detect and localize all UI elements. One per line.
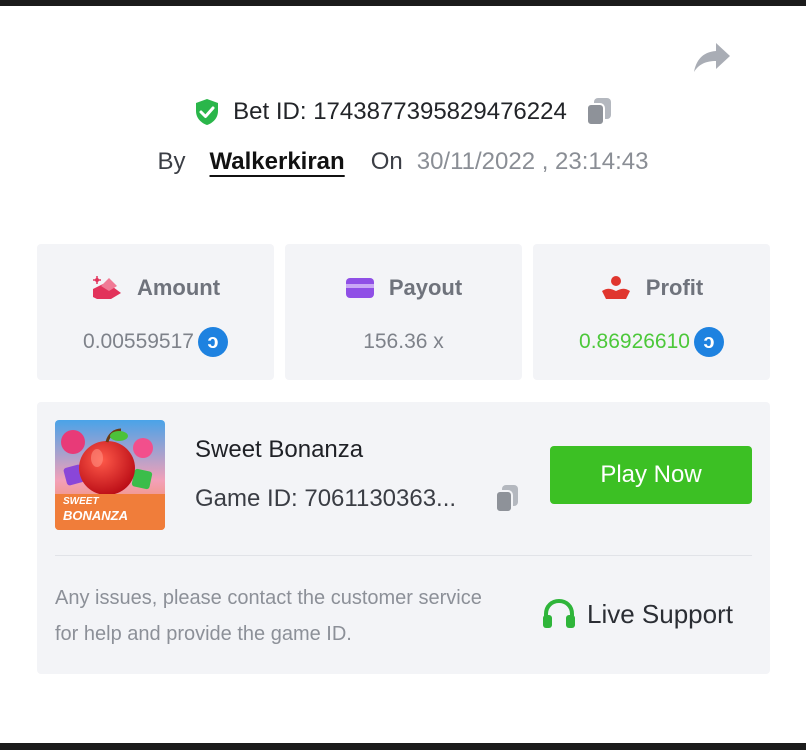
game-id-row: Game ID: 7061130363... — [195, 484, 520, 514]
payout-value: 156.36 x — [363, 330, 444, 353]
game-card: SWEET BONANZA Sweet Bonanza Game ID: 706… — [37, 402, 770, 674]
thumb-title-1: SWEET — [63, 496, 99, 507]
profit-value-row: 0.86926610 ↄ — [533, 326, 770, 358]
profit-card: Profit 0.86926610 ↄ — [533, 244, 770, 380]
game-thumbnail[interactable]: SWEET BONANZA — [55, 420, 165, 530]
copy-bet-id-icon[interactable] — [585, 97, 613, 127]
thumb-title-2: BONANZA — [63, 508, 128, 523]
shield-check-icon — [196, 99, 219, 125]
headset-icon — [543, 598, 575, 628]
card-icon — [345, 278, 374, 298]
amount-header: Amount — [37, 274, 274, 302]
coin-icon: ↄ — [197, 327, 228, 357]
hand-coins-icon — [92, 276, 121, 299]
amount-card: Amount 0.00559517 ↄ — [37, 244, 274, 380]
profit-header: Profit — [533, 274, 770, 302]
live-support-button[interactable]: Live Support — [507, 586, 767, 642]
game-name: Sweet Bonanza — [195, 436, 364, 463]
payout-value-row: 156.36 x — [285, 326, 522, 358]
divider — [55, 555, 752, 556]
bet-id-row: Bet ID: 1743877395829476224 — [0, 92, 806, 132]
amount-label: Amount — [136, 275, 221, 300]
on-label: On — [370, 148, 403, 175]
bet-detail-panel: Bet ID: 1743877395829476224 By Walkerkir… — [0, 6, 806, 743]
profit-label: Profit — [645, 275, 704, 300]
copy-game-id-icon[interactable] — [494, 484, 520, 514]
bet-id-text: Bet ID: 1743877395829476224 — [233, 98, 567, 125]
play-now-button[interactable]: Play Now — [550, 446, 752, 504]
amount-value: 0.00559517 — [83, 330, 194, 353]
amount-value-row: 0.00559517 ↄ — [37, 326, 274, 358]
payout-card: Payout 156.36 x — [285, 244, 522, 380]
coin-icon: ↄ — [693, 327, 724, 357]
bet-datetime: 30/11/2022 , 23:14:43 — [416, 148, 649, 175]
share-button[interactable] — [690, 40, 734, 76]
payout-header: Payout — [285, 274, 522, 302]
hand-heart-icon — [601, 276, 630, 299]
payout-label: Payout — [388, 275, 463, 300]
profit-value: 0.86926610 — [579, 330, 690, 353]
game-id-text: Game ID: 7061130363... — [195, 485, 457, 512]
issues-text: Any issues, please contact the customer … — [55, 587, 482, 645]
bet-author-row: By Walkerkiran On 30/11/2022 , 23:14:43 — [0, 142, 806, 182]
username-link[interactable]: Walkerkiran — [210, 148, 345, 176]
by-label: By — [157, 148, 186, 175]
live-support-label: Live Support — [587, 598, 733, 629]
share-icon — [694, 43, 730, 72]
